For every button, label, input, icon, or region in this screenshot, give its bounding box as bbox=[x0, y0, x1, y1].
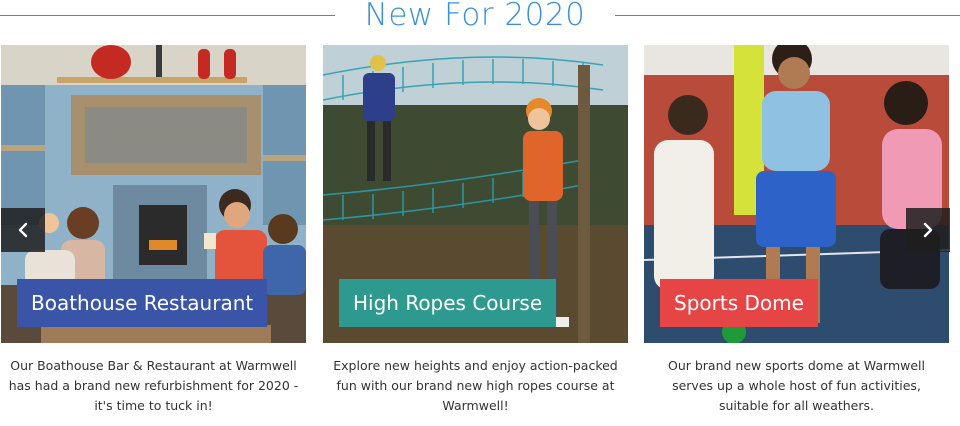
card-description: Our Boathouse Bar & Restaurant at Warmwe… bbox=[8, 358, 299, 413]
card-description: Our brand new sports dome at Warmwell se… bbox=[667, 358, 925, 413]
card-sports-dome[interactable]: Sports Dome Our brand new sports dome at… bbox=[644, 45, 949, 416]
card-description: Explore new heights and enjoy action-pac… bbox=[333, 358, 618, 413]
card-high-ropes-course[interactable]: High Ropes Course Explore new heights an… bbox=[323, 45, 628, 416]
heading-divider-left bbox=[0, 15, 335, 16]
heading-divider-right bbox=[615, 15, 960, 16]
high-ropes-photo[interactable]: High Ropes Course bbox=[323, 45, 628, 343]
chevron-left-icon bbox=[18, 222, 28, 238]
section-title: New For 2020 bbox=[364, 0, 586, 33]
section-heading: New For 2020 bbox=[0, 0, 960, 34]
restaurant-photo[interactable]: Boathouse Restaurant bbox=[1, 45, 306, 343]
chevron-right-icon bbox=[923, 222, 933, 238]
card-boathouse-restaurant[interactable]: Boathouse Restaurant Our Boathouse Bar &… bbox=[1, 45, 306, 416]
card-label[interactable]: High Ropes Course bbox=[339, 279, 557, 327]
card-label[interactable]: Boathouse Restaurant bbox=[17, 279, 268, 327]
sports-dome-photo[interactable]: Sports Dome bbox=[644, 45, 949, 343]
carousel-prev-button[interactable] bbox=[1, 208, 45, 252]
carousel-next-button[interactable] bbox=[906, 208, 950, 252]
card-label[interactable]: Sports Dome bbox=[660, 279, 818, 327]
